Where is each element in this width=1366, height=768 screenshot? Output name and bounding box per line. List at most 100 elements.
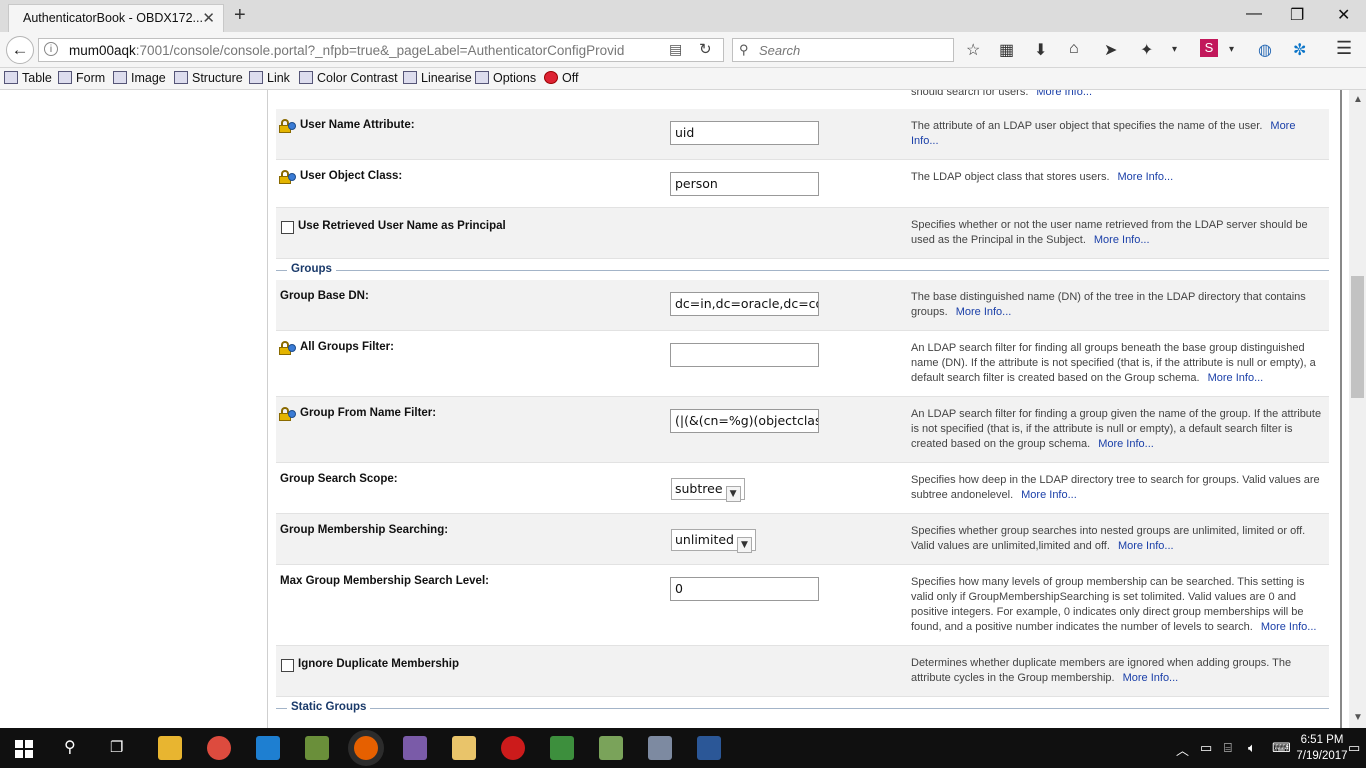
back-button[interactable]: ← xyxy=(6,36,34,64)
user-name-attribute-input[interactable]: uid xyxy=(670,121,819,145)
chevron-up-icon[interactable]: ︿ xyxy=(1176,740,1189,759)
tab-bar: AuthenticatorBook - OBDX172... ✕ + — ❐ ✕ xyxy=(0,0,1366,32)
all-groups-filter-row: All Groups Filter: An LDAP search filter… xyxy=(276,331,1329,397)
more-info-link[interactable]: More Info... xyxy=(1208,372,1264,384)
system-clock[interactable]: 6:51 PM 7/19/2017 xyxy=(1296,732,1348,764)
section-title: Static Groups xyxy=(287,701,371,713)
max-group-membership-search-level-input[interactable]: 0 xyxy=(670,577,819,601)
mail-icon[interactable] xyxy=(452,736,476,760)
extension-icon[interactable]: ✦ xyxy=(1140,40,1153,60)
field-label: Use Retrieved User Name as Principal xyxy=(298,220,506,232)
keyboard-icon[interactable]: ⌨ xyxy=(1272,740,1291,756)
restore-icon[interactable]: ❐ xyxy=(1290,5,1304,25)
search-icon[interactable]: ⚲ xyxy=(64,737,76,757)
media-icon[interactable] xyxy=(599,736,623,760)
field-description: Specifies whether group searches into ne… xyxy=(911,525,1306,552)
form-icon xyxy=(58,71,72,84)
reader-view-icon[interactable]: ▤ xyxy=(669,41,682,58)
scrollbar-thumb[interactable] xyxy=(1351,276,1364,398)
extension-dropdown-icon[interactable]: ▾ xyxy=(1172,44,1177,55)
downloads-icon[interactable]: ⬇ xyxy=(1034,40,1047,60)
windows-start-icon[interactable] xyxy=(15,740,33,758)
menu-icon[interactable]: ☰ xyxy=(1336,38,1352,59)
home-icon[interactable]: ⌂ xyxy=(1069,40,1079,58)
link-icon xyxy=(249,71,263,84)
browser-tab[interactable]: AuthenticatorBook - OBDX172... ✕ xyxy=(8,4,224,32)
bookmark-form[interactable]: Form xyxy=(58,71,105,85)
bookmark-link[interactable]: Link xyxy=(249,71,290,85)
tools-icon[interactable] xyxy=(648,736,672,760)
user-object-class-input[interactable]: person xyxy=(670,172,819,196)
search-placeholder: Search xyxy=(759,43,801,58)
all-groups-filter-input[interactable] xyxy=(670,343,819,367)
minimize-icon[interactable]: — xyxy=(1246,5,1262,23)
close-window-icon[interactable]: ✕ xyxy=(1337,5,1350,25)
group-base-dn-input[interactable]: dc=in,dc=oracle,dc=com xyxy=(670,292,819,316)
more-info-link[interactable]: More Info... xyxy=(956,306,1012,318)
snowflake-icon[interactable]: ✼ xyxy=(1293,40,1306,60)
field-description: Specifies whether or not the user name r… xyxy=(911,219,1308,246)
battery-icon[interactable]: ▭ xyxy=(1200,740,1212,756)
more-info-link[interactable]: More Info... xyxy=(1261,621,1317,633)
bookmark-off[interactable]: Off xyxy=(544,71,578,85)
app-icon[interactable] xyxy=(305,736,329,760)
group-from-name-filter-row: Group From Name Filter: (|(&(cn=%g)(obje… xyxy=(276,397,1329,463)
ignore-duplicate-membership-checkbox[interactable] xyxy=(281,659,294,672)
lock-icon xyxy=(279,341,296,355)
scroll-up-icon[interactable]: ▲ xyxy=(1353,94,1363,105)
bookmark-table[interactable]: Table xyxy=(4,71,52,85)
bookmark-structure[interactable]: Structure xyxy=(174,71,243,85)
field-description: The base distinguished name (DN) of the … xyxy=(911,291,1306,318)
field-description: Determines whether duplicate members are… xyxy=(911,657,1292,684)
firefox-icon[interactable] xyxy=(354,736,378,760)
reload-icon[interactable]: ↻ xyxy=(699,40,712,58)
group-search-scope-select[interactable]: subtree ▼ xyxy=(671,478,745,502)
bookmark-image[interactable]: Image xyxy=(113,71,166,85)
url-text[interactable]: mum00aqk:7001/console/console.portal?_nf… xyxy=(69,43,659,58)
more-info-link[interactable]: More Info... xyxy=(1094,234,1150,246)
more-info-link[interactable]: More Info... xyxy=(1123,672,1179,684)
task-view-icon[interactable]: ❐ xyxy=(110,738,123,756)
volume-icon[interactable]: 🔈︎ xyxy=(1248,740,1256,756)
more-info-link[interactable]: More Info... xyxy=(1118,171,1174,183)
chrome-icon[interactable] xyxy=(207,736,231,760)
close-tab-icon[interactable]: ✕ xyxy=(202,9,215,27)
more-info-link[interactable]: More Info... xyxy=(1098,438,1154,450)
field-label: Max Group Membership Search Level: xyxy=(280,575,489,587)
more-info-link[interactable]: More Info... xyxy=(1118,540,1174,552)
bookmark-options[interactable]: Options xyxy=(475,71,536,85)
notifications-icon[interactable]: ▭ xyxy=(1348,740,1360,756)
edge-icon[interactable] xyxy=(256,736,280,760)
globe-icon[interactable]: ◍ xyxy=(1258,40,1272,60)
scroll-down-icon[interactable]: ▼ xyxy=(1353,712,1363,723)
file-explorer-icon[interactable] xyxy=(158,736,182,760)
bookmark-linearise[interactable]: Linearise xyxy=(403,71,472,85)
bookmark-star-icon[interactable]: ☆ xyxy=(966,40,980,60)
chevron-down-icon[interactable]: ▼ xyxy=(725,486,741,502)
lock-icon xyxy=(279,407,296,421)
s-extension-icon[interactable]: S xyxy=(1200,39,1218,57)
group-membership-searching-row: Group Membership Searching: unlimited ▼ S… xyxy=(276,514,1329,565)
reading-list-icon[interactable]: ▦ xyxy=(999,40,1014,60)
new-tab-icon[interactable]: + xyxy=(234,4,246,27)
group-from-name-filter-input[interactable]: (|(&(cn=%g)(objectclass xyxy=(670,409,819,433)
image-icon xyxy=(113,71,127,84)
group-membership-searching-select[interactable]: unlimited ▼ xyxy=(671,529,756,553)
url-bar[interactable]: i mum00aqk:7001/console/console.portal?_… xyxy=(38,38,724,62)
use-retrieved-username-checkbox[interactable] xyxy=(281,221,294,234)
opera-icon[interactable] xyxy=(501,736,525,760)
word-icon[interactable] xyxy=(697,736,721,760)
send-icon[interactable]: ➤ xyxy=(1104,40,1117,60)
vertical-scrollbar[interactable]: ▲ ▼ xyxy=(1349,90,1366,728)
network-icon[interactable]: ⌸ xyxy=(1224,740,1232,756)
s-extension-dropdown-icon[interactable]: ▾ xyxy=(1229,44,1234,55)
more-info-link[interactable]: More Info... xyxy=(1036,90,1092,98)
bookmark-color-contrast[interactable]: Color Contrast xyxy=(299,71,398,85)
pidgin-icon[interactable] xyxy=(403,736,427,760)
info-icon[interactable]: i xyxy=(44,42,58,56)
game-icon[interactable] xyxy=(550,736,574,760)
chevron-down-icon[interactable]: ▼ xyxy=(736,537,752,553)
more-info-link[interactable]: More Info... xyxy=(1021,489,1077,501)
search-box[interactable]: ⚲ Search xyxy=(732,38,954,62)
tab-title: AuthenticatorBook - OBDX172... xyxy=(23,11,203,25)
